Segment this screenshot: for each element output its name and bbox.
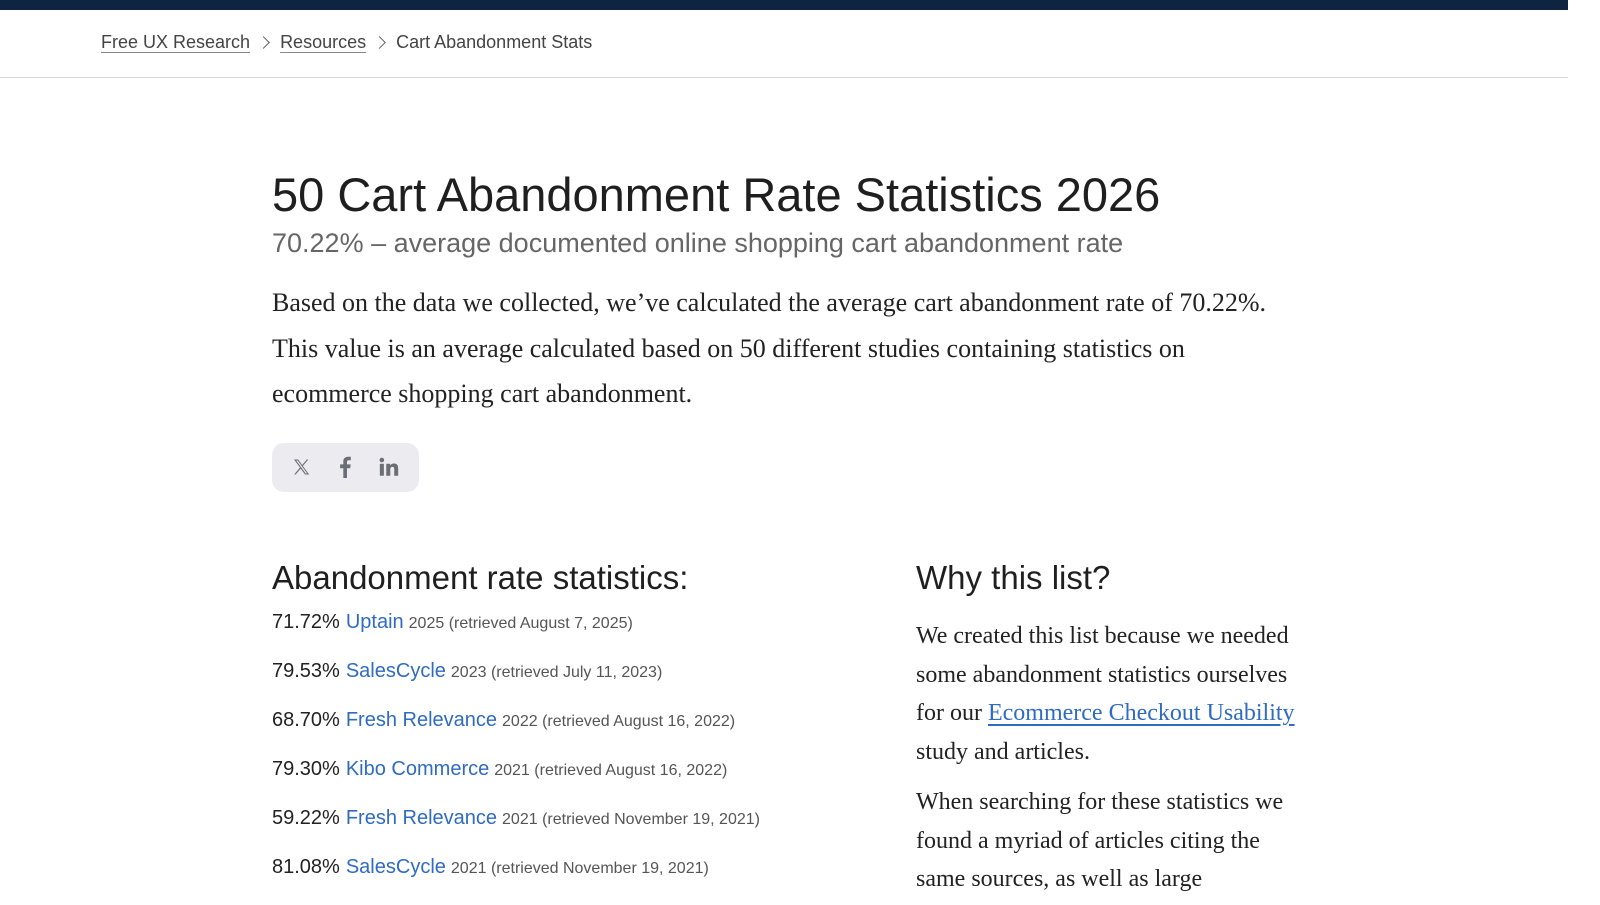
ecommerce-checkout-usability-link[interactable]: Ecommerce Checkout Usability: [988, 700, 1295, 726]
stat-retrieved: (retrieved August 7, 2025): [448, 615, 633, 632]
stat-rate: 68.70%: [272, 709, 340, 731]
stat-year: 2022: [502, 713, 538, 730]
list-item: 81.08% SalesCycle 2021 (retrieved Novemb…: [272, 856, 872, 905]
why-paragraph-1-end: study and articles.: [916, 738, 1090, 765]
stat-retrieved: (retrieved November 19, 2021): [542, 811, 760, 828]
stat-retrieved: (retrieved August 16, 2022): [534, 762, 728, 779]
why-paragraph-1: We created this list because we needed s…: [916, 617, 1306, 771]
stat-source-link[interactable]: SalesCycle: [346, 660, 446, 683]
stat-rate: 59.22%: [272, 807, 340, 829]
stat-rate: 71.72%: [272, 611, 340, 633]
list-item: 71.72% Uptain 2025 (retrieved August 7, …: [272, 611, 872, 660]
page-subtitle: 70.22% – average documented online shopp…: [272, 228, 1124, 258]
stat-rate: 79.30%: [272, 758, 340, 780]
facebook-icon[interactable]: [333, 455, 357, 479]
why-paragraph-2: When searching for these statistics we f…: [916, 789, 1284, 892]
x-icon[interactable]: [289, 455, 313, 479]
share-bar: [272, 442, 419, 492]
stat-year: 2023: [450, 664, 487, 681]
breadcrumb: Free UX Research Resources Cart Abandonm…: [0, 10, 1568, 78]
list-item: 79.53% SalesCycle 2023 (retrieved July 1…: [272, 660, 872, 709]
stat-source-link[interactable]: Uptain: [346, 611, 404, 634]
stat-source-link[interactable]: Fresh Relevance: [346, 709, 497, 732]
why-heading: Why this list?: [916, 559, 1111, 596]
stat-year: 2025: [408, 615, 445, 632]
stat-year: 2021: [450, 860, 487, 877]
stat-retrieved: (retrieved July 11, 2023): [490, 664, 663, 681]
chevron-right-icon: [257, 36, 270, 49]
page-title: 50 Cart Abandonment Rate Statistics 2026: [272, 168, 1161, 221]
stat-retrieved: (retrieved November 19, 2021): [490, 860, 709, 877]
stat-source-link[interactable]: Fresh Relevance: [346, 807, 497, 830]
stats-section: Abandonment rate statistics: 71.72% Upta…: [272, 555, 872, 905]
top-bar: [0, 0, 1568, 10]
list-item: 59.22% Fresh Relevance 2021 (retrieved N…: [272, 807, 872, 856]
stat-source-link[interactable]: Kibo Commerce: [346, 758, 489, 781]
stat-rate: 79.53%: [272, 660, 340, 682]
stat-retrieved: (retrieved August 16, 2022): [542, 713, 736, 730]
stat-rate: 81.08%: [272, 856, 340, 878]
linkedin-icon[interactable]: [377, 455, 401, 479]
stat-year: 2021: [502, 811, 538, 828]
breadcrumb-current: Cart Abandonment Stats: [396, 32, 593, 52]
why-section: Why this list? We created this list beca…: [916, 555, 1306, 899]
article-header: 50 Cart Abandonment Rate Statistics 2026…: [272, 160, 1302, 492]
breadcrumb-link-free-ux-research[interactable]: Free UX Research: [101, 32, 250, 53]
breadcrumb-link-resources[interactable]: Resources: [280, 32, 366, 53]
stat-source-link[interactable]: SalesCycle: [346, 856, 446, 879]
stat-year: 2021: [494, 762, 530, 779]
stats-heading: Abandonment rate statistics:: [272, 559, 689, 596]
intro-paragraph: Based on the data we collected, we’ve ca…: [272, 288, 1267, 408]
stats-list: 71.72% Uptain 2025 (retrieved August 7, …: [272, 611, 872, 905]
list-item: 79.30% Kibo Commerce 2021 (retrieved Aug…: [272, 758, 872, 807]
chevron-right-icon: [373, 36, 386, 49]
list-item: 68.70% Fresh Relevance 2022 (retrieved A…: [272, 709, 872, 758]
